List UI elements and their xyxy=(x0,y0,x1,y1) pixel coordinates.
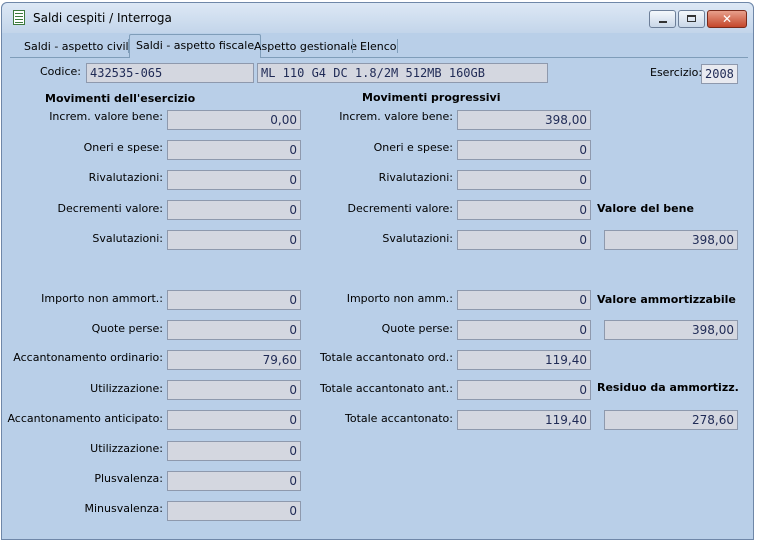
maximize-icon xyxy=(687,15,696,22)
esercizio-field[interactable]: 2008 xyxy=(701,64,738,84)
progressivi-field-importo-non-amm[interactable]: 0 xyxy=(457,290,591,310)
progressivi-label-decrementi: Decrementi valore: xyxy=(347,202,453,215)
residuo-title: Residuo da ammortizz. xyxy=(597,381,739,394)
progressivi-label-quote-perse: Quote perse: xyxy=(381,322,453,335)
progressivi-label-oneri: Oneri e spese: xyxy=(373,141,453,154)
esercizio-label-svalutazioni: Svalutazioni: xyxy=(92,232,163,245)
tab-saldi-civile[interactable]: Saldi - aspetto civile xyxy=(18,37,141,56)
esercizio-label: Esercizio: xyxy=(650,66,703,79)
close-button[interactable]: ✕ xyxy=(707,10,747,28)
tab-separator xyxy=(397,39,398,53)
progressivi-field-tot-acc-ant[interactable]: 0 xyxy=(457,380,591,400)
valore-ammortizzabile-title: Valore ammortizzabile xyxy=(597,293,736,306)
esercizio-field-utilizzazione-1[interactable]: 0 xyxy=(167,380,301,400)
esercizio-label-increm: Increm. valore bene: xyxy=(49,110,163,123)
esercizio-label-rivalutazioni: Rivalutazioni: xyxy=(88,171,163,184)
residuo-field[interactable]: 278,60 xyxy=(604,410,738,430)
minimize-icon xyxy=(659,21,667,23)
esercizio-label-decrementi: Decrementi valore: xyxy=(57,202,163,215)
esercizio-field-oneri[interactable]: 0 xyxy=(167,140,301,160)
tab-saldi-fiscale[interactable]: Saldi - aspetto fiscale xyxy=(129,34,262,58)
tab-elenco[interactable]: Elenco xyxy=(354,37,403,56)
tab-separator xyxy=(352,39,353,53)
valore-bene-field[interactable]: 398,00 xyxy=(604,230,738,250)
codice-label: Codice: xyxy=(40,65,81,78)
tab-aspetto-gestionale[interactable]: Aspetto gestionale xyxy=(248,37,363,56)
esercizio-label-oneri: Oneri e spese: xyxy=(83,141,163,154)
esercizio-label-acc-anticipato: Accantonamento anticipato: xyxy=(7,412,163,425)
minimize-button[interactable] xyxy=(649,10,676,28)
esercizio-label-quote-perse: Quote perse: xyxy=(91,322,163,335)
esercizio-field-rivalutazioni[interactable]: 0 xyxy=(167,170,301,190)
esercizio-field-acc-anticipato[interactable]: 0 xyxy=(167,410,301,430)
progressivi-label-tot-acc: Totale accantonato: xyxy=(344,412,453,425)
title-bar[interactable]: Saldi cespiti / Interroga ✕ xyxy=(2,3,753,33)
progressivi-field-rivalutazioni[interactable]: 0 xyxy=(457,170,591,190)
esercizio-label-utilizzazione-2: Utilizzazione: xyxy=(90,442,163,455)
window: Saldi cespiti / Interroga ✕ Saldi - aspe… xyxy=(1,2,754,540)
progressivi-label-increm: Increm. valore bene: xyxy=(339,110,453,123)
esercizio-label-acc-ordinario: Accantonamento ordinario: xyxy=(13,351,163,364)
movimenti-esercizio-title: Movimenti dell'esercizio xyxy=(45,92,196,105)
esercizio-field-acc-ordinario[interactable]: 79,60 xyxy=(167,350,301,370)
esercizio-field-increm[interactable]: 0,00 xyxy=(167,110,301,130)
progressivi-field-quote-perse[interactable]: 0 xyxy=(457,320,591,340)
progressivi-label-svalutazioni: Svalutazioni: xyxy=(382,232,453,245)
esercizio-field-decrementi[interactable]: 0 xyxy=(167,200,301,220)
esercizio-label-minusvalenza: Minusvalenza: xyxy=(84,502,164,515)
esercizio-field-plusvalenza[interactable]: 0 xyxy=(167,471,301,491)
esercizio-label-importo-non-ammort: Importo non ammort.: xyxy=(41,292,163,305)
esercizio-label-plusvalenza: Plusvalenza: xyxy=(94,472,163,485)
maximize-button[interactable] xyxy=(678,10,705,28)
valore-bene-title: Valore del bene xyxy=(597,202,694,215)
close-icon: ✕ xyxy=(721,12,733,26)
progressivi-field-increm[interactable]: 398,00 xyxy=(457,110,591,130)
progressivi-label-tot-acc-ant: Totale accantonato ant.: xyxy=(319,382,453,395)
tab-strip: Saldi - aspetto civile Saldi - aspetto f… xyxy=(10,33,748,58)
document-icon xyxy=(13,10,25,25)
progressivi-field-svalutazioni[interactable]: 0 xyxy=(457,230,591,250)
descrizione-field[interactable]: ML 110 G4 DC 1.8/2M 512MB 160GB xyxy=(257,63,548,83)
esercizio-field-importo-non-ammort[interactable]: 0 xyxy=(167,290,301,310)
esercizio-field-quote-perse[interactable]: 0 xyxy=(167,320,301,340)
esercizio-field-svalutazioni[interactable]: 0 xyxy=(167,230,301,250)
progressivi-field-tot-acc[interactable]: 119,40 xyxy=(457,410,591,430)
progressivi-field-oneri[interactable]: 0 xyxy=(457,140,591,160)
progressivi-label-tot-acc-ord: Totale accantonato ord.: xyxy=(319,351,453,364)
esercizio-field-minusvalenza[interactable]: 0 xyxy=(167,501,301,521)
esercizio-label-utilizzazione-1: Utilizzazione: xyxy=(90,382,163,395)
esercizio-field-utilizzazione-2[interactable]: 0 xyxy=(167,441,301,461)
window-title: Saldi cespiti / Interroga xyxy=(33,11,172,25)
valore-ammortizzabile-field[interactable]: 398,00 xyxy=(604,320,738,340)
progressivi-field-tot-acc-ord[interactable]: 119,40 xyxy=(457,350,591,370)
movimenti-progressivi-title: Movimenti progressivi xyxy=(362,91,501,104)
codice-field[interactable]: 432535-065 xyxy=(86,63,254,83)
progressivi-field-decrementi[interactable]: 0 xyxy=(457,200,591,220)
progressivi-label-importo-non-amm: Importo non amm.: xyxy=(346,292,453,305)
progressivi-label-rivalutazioni: Rivalutazioni: xyxy=(378,171,453,184)
